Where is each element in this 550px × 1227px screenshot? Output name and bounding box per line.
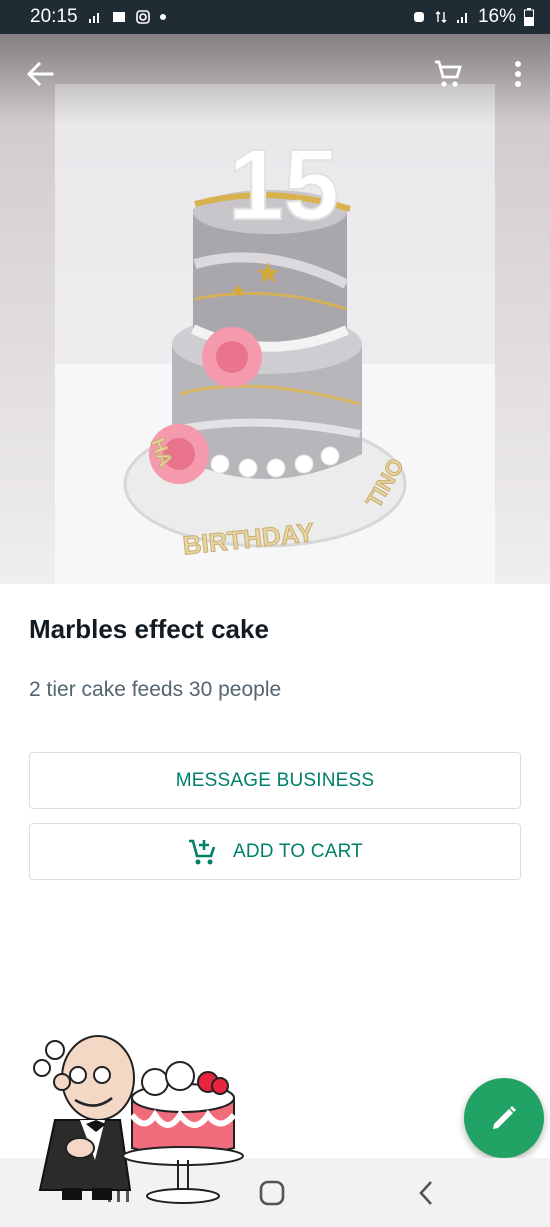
product-image[interactable]: 15 BIRTHDAY TINO HA	[0, 34, 550, 584]
battery-icon	[524, 8, 534, 26]
app-bar	[0, 34, 550, 114]
cell-signal-icon	[456, 13, 467, 23]
nav-back-icon[interactable]	[414, 1178, 438, 1208]
message-business-label: MESSAGE BUSINESS	[175, 769, 375, 791]
product-title: Marbles effect cake	[29, 614, 269, 644]
more-vert-icon[interactable]	[506, 56, 530, 92]
svg-text:15: 15	[228, 129, 339, 241]
notification-dot-icon	[159, 14, 166, 20]
shopping-cart-icon[interactable]	[432, 58, 464, 90]
signal-icon	[88, 13, 99, 23]
add-to-cart-label: ADD TO CART	[233, 840, 363, 862]
battery-percent: 16%	[477, 6, 516, 27]
edit-fab[interactable]	[464, 1078, 544, 1158]
message-business-button[interactable]: MESSAGE BUSINESS	[29, 752, 521, 809]
add-to-cart-button[interactable]: ADD TO CART	[29, 823, 521, 880]
product-description: 2 tier cake feeds 30 people	[29, 678, 282, 701]
instagram-icon	[135, 10, 150, 24]
status-time: 20:15	[30, 6, 78, 27]
gallery-icon	[112, 12, 125, 22]
home-icon[interactable]	[258, 1179, 286, 1207]
data-transfer-icon	[435, 11, 447, 23]
alarm-icon	[413, 12, 424, 22]
add-shopping-cart-icon	[189, 839, 216, 864]
mascot-chef-illustration	[33, 1035, 244, 1204]
pencil-icon	[493, 1106, 516, 1129]
arrow-back-icon[interactable]	[22, 56, 58, 92]
status-bar: 20:15 16%	[0, 0, 550, 34]
